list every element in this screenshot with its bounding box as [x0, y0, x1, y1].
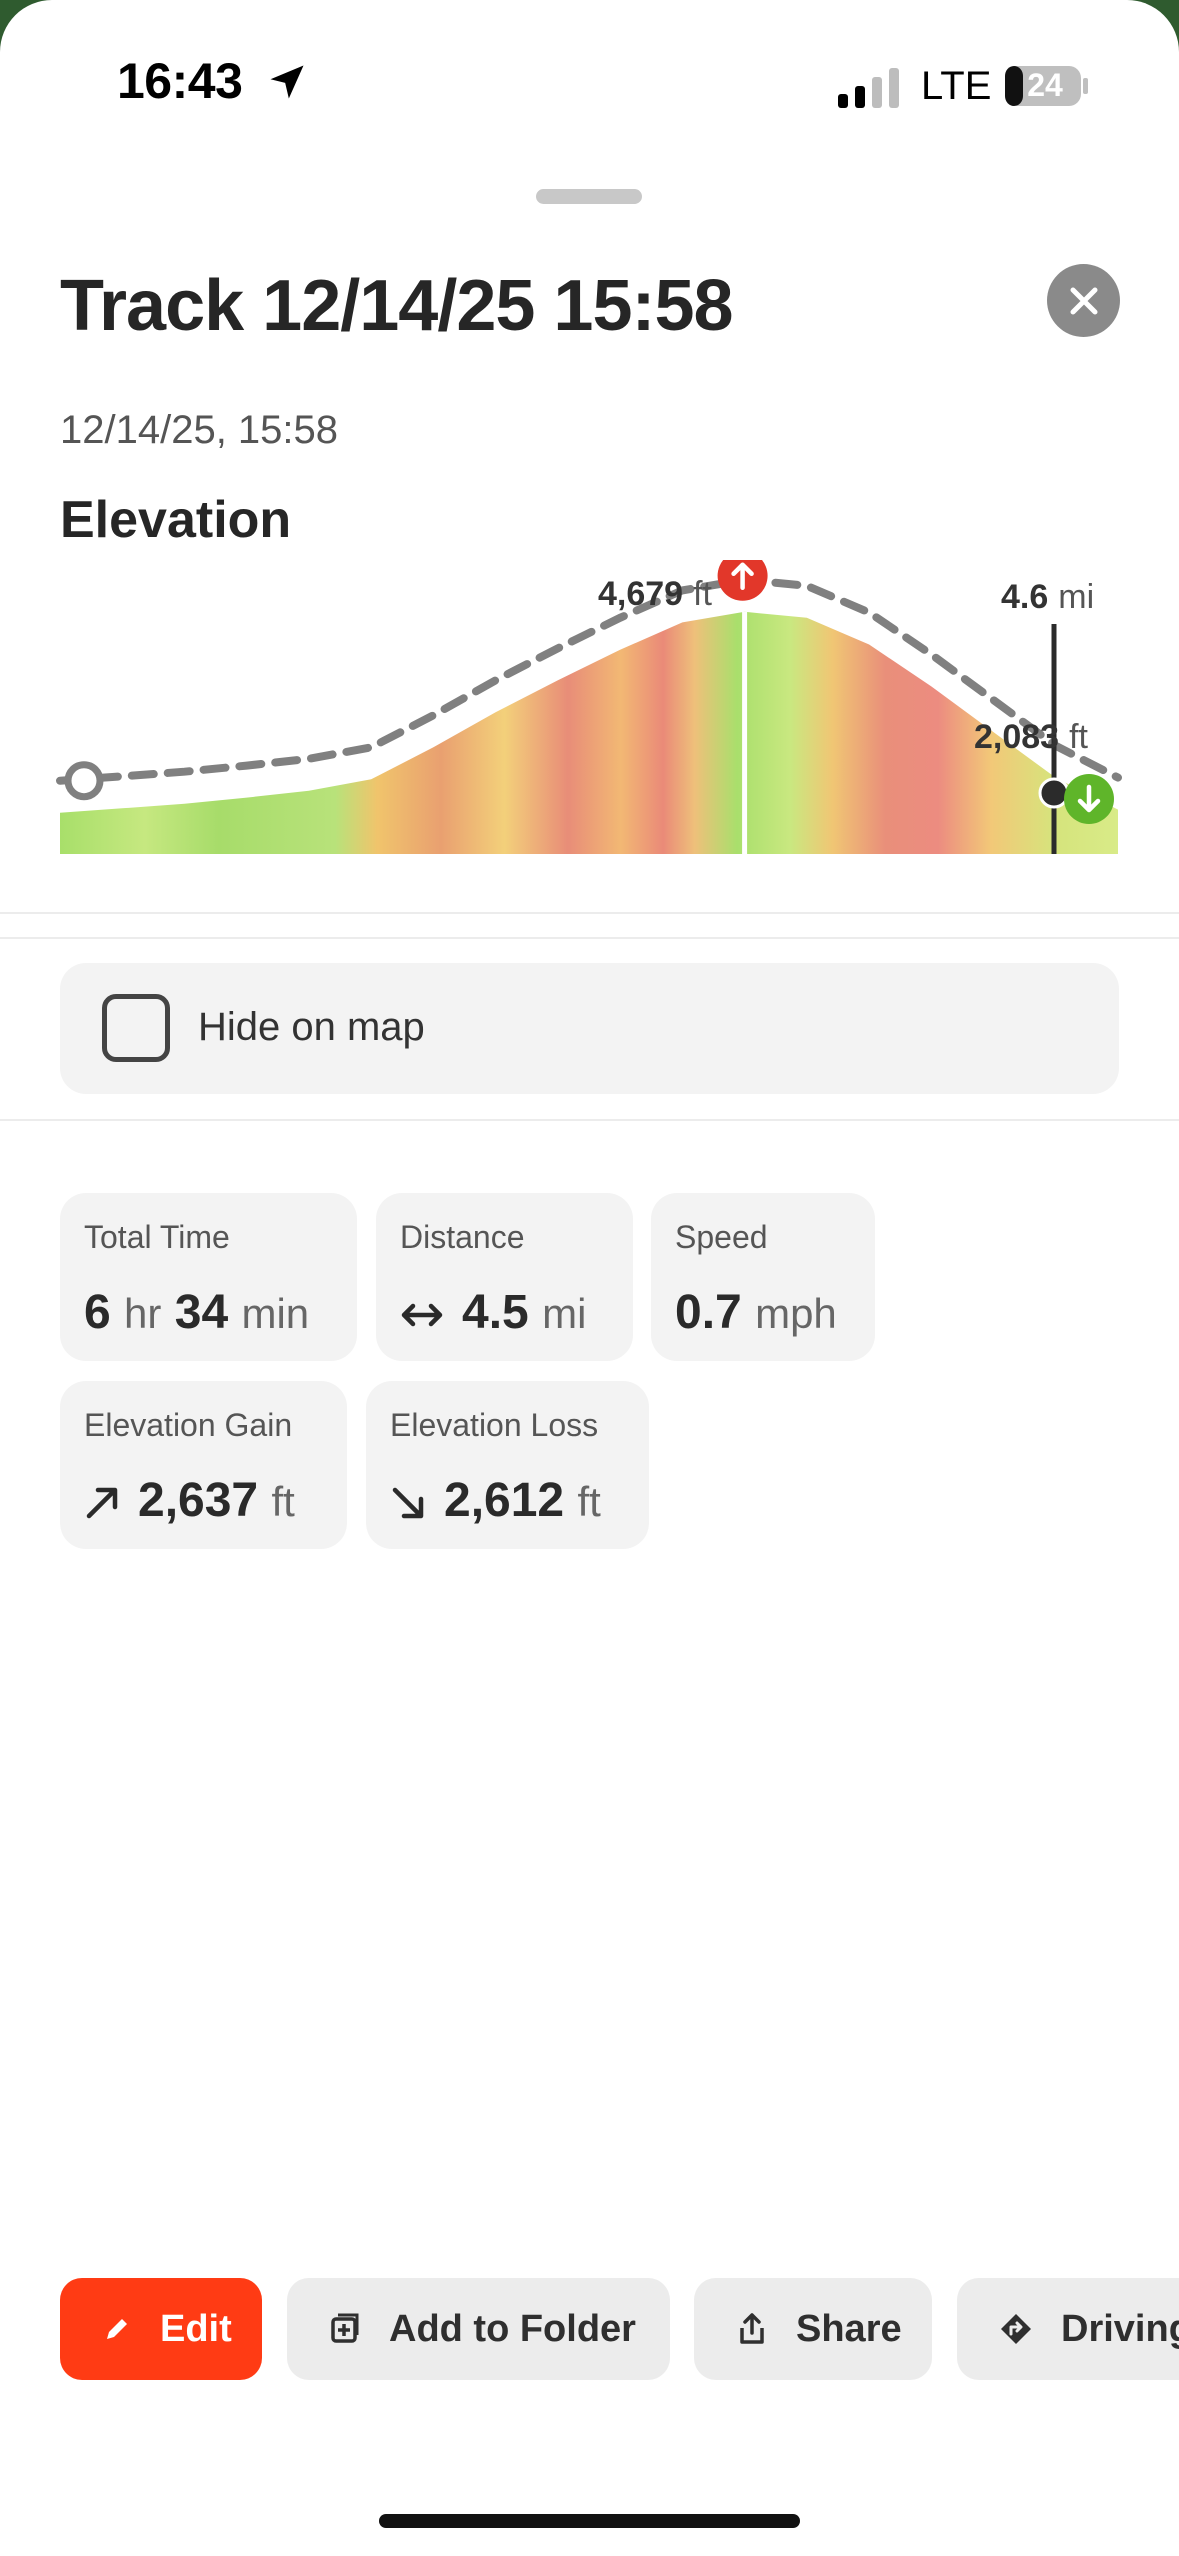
sheet-grabber[interactable]: [536, 189, 642, 204]
start-marker: [64, 761, 104, 801]
share-label: Share: [796, 2307, 902, 2350]
divider: [0, 1119, 1179, 1121]
network-type: LTE: [921, 64, 992, 108]
hide-on-map-checkbox[interactable]: [102, 994, 170, 1062]
stat-elevation-loss: Elevation Loss 2,612 ft: [366, 1381, 649, 1549]
close-button[interactable]: [1047, 264, 1120, 337]
cursor-elevation-value: 2,083: [974, 718, 1060, 756]
home-indicator[interactable]: [379, 2514, 800, 2528]
hours-value: 6: [84, 1286, 111, 1339]
share-icon: [740, 2313, 764, 2344]
stat-total-time: Total Time 6 hr 34 min: [60, 1193, 357, 1361]
max-elevation-label: 4,679 ft: [598, 575, 712, 614]
stat-value: 0.7 mph: [675, 1285, 837, 1340]
location-arrow-icon: [270, 65, 304, 99]
stat-value: 6 hr 34 min: [84, 1285, 309, 1340]
divider: [0, 937, 1179, 939]
arrow-down-right-icon: [392, 1488, 424, 1519]
cursor-distance-value: 4.6: [1001, 578, 1049, 616]
elevation-loss-unit: ft: [577, 1478, 601, 1525]
track-detail-sheet: 16:43 LTE 24 Track 12/14/25 15:58 12/14/…: [0, 0, 1179, 2556]
divider: [0, 912, 1179, 914]
arrow-up-right-icon: [86, 1488, 118, 1519]
stat-distance: Distance 4.5 mi: [376, 1193, 633, 1361]
page-title: Track 12/14/25 15:58: [60, 266, 734, 346]
hide-on-map-row[interactable]: Hide on map: [60, 963, 1119, 1094]
edit-button[interactable]: Edit: [60, 2278, 262, 2380]
stat-value: 2,637 ft: [84, 1473, 295, 1528]
add-to-folder-button[interactable]: Add to Folder: [287, 2278, 670, 2380]
cellular-signal-icon: [838, 68, 899, 108]
elevation-chart[interactable]: 4,679 ft 4.6 mi 2,083 ft: [0, 550, 1179, 860]
driving-label: Driving: [1061, 2307, 1179, 2350]
max-elevation-value: 4,679: [598, 575, 684, 613]
stat-elevation-gain: Elevation Gain 2,637 ft: [60, 1381, 347, 1549]
status-time: 16:43: [117, 53, 243, 109]
minutes-value: 34: [174, 1286, 229, 1339]
hide-on-map-label: Hide on map: [198, 1005, 425, 1049]
stat-label: Distance: [400, 1219, 525, 1255]
elevation-gain-value: 2,637: [138, 1474, 259, 1527]
add-to-folder-label: Add to Folder: [389, 2307, 636, 2350]
distance-value: 4.5: [462, 1286, 529, 1339]
elevation-gain-unit: ft: [271, 1478, 295, 1525]
folder-add-icon: [331, 2313, 359, 2343]
stat-label: Speed: [675, 1219, 768, 1255]
elevation-area: [60, 611, 1118, 854]
close-icon: [1070, 287, 1097, 314]
distance-unit: mi: [542, 1290, 587, 1337]
edit-label: Edit: [160, 2307, 232, 2350]
elevation-heading: Elevation: [60, 491, 292, 549]
cursor-distance-label: 4.6 mi: [1001, 578, 1094, 617]
hours-unit: hr: [124, 1290, 162, 1337]
cursor-distance-unit: mi: [1058, 578, 1095, 616]
stat-label: Total Time: [84, 1219, 230, 1255]
double-arrow-icon: [401, 1304, 443, 1327]
stat-value: 2,612 ft: [390, 1473, 601, 1528]
stat-value: 4.5 mi: [400, 1285, 586, 1340]
track-date: 12/14/25, 15:58: [60, 408, 339, 452]
driving-directions-button[interactable]: Driving: [957, 2278, 1179, 2380]
stat-speed: Speed 0.7 mph: [651, 1193, 875, 1361]
cursor-elevation-unit: ft: [1069, 718, 1088, 756]
stat-label: Elevation Gain: [84, 1407, 293, 1443]
speed-value: 0.7: [675, 1286, 742, 1339]
directions-icon: [1001, 2314, 1031, 2344]
max-elevation-unit: ft: [693, 575, 712, 613]
share-button[interactable]: Share: [694, 2278, 932, 2380]
pencil-icon: [107, 2319, 127, 2339]
stat-label: Elevation Loss: [390, 1407, 599, 1443]
elevation-loss-value: 2,612: [444, 1474, 565, 1527]
battery-level: 24: [1027, 67, 1063, 103]
speed-unit: mph: [755, 1290, 837, 1337]
cursor-elevation-label: 2,083 ft: [974, 718, 1088, 757]
cursor-dot: [1038, 777, 1070, 809]
minutes-unit: min: [241, 1290, 310, 1337]
